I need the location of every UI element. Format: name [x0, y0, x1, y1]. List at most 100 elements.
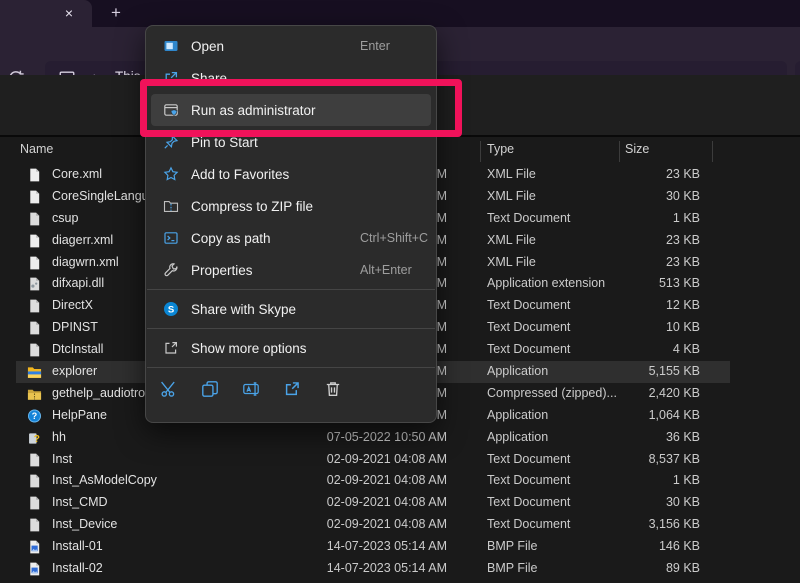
file-row[interactable]: Inst02-09-2021 04:08 AMText Document8,53… — [0, 449, 800, 471]
file-type: Application — [487, 405, 548, 427]
file-type: BMP File — [487, 558, 537, 580]
bmp-image-icon — [27, 539, 42, 555]
file-name: Inst_CMD — [52, 492, 108, 514]
file-type: Application — [487, 361, 548, 383]
menu-item-label: Copy as path — [191, 231, 271, 246]
file-name: Core.xml — [52, 164, 102, 186]
file-name: explorer — [52, 361, 97, 383]
doc-gray-icon — [27, 517, 42, 533]
copy-icon[interactable] — [201, 380, 219, 398]
file-type: Text Document — [487, 317, 570, 339]
file-row[interactable]: Inst_Device02-09-2021 04:08 AMText Docum… — [0, 514, 800, 536]
menu-item-compress-to-zip-file[interactable]: Compress to ZIP file — [151, 190, 431, 222]
file-size: 1 KB — [610, 470, 700, 492]
doc-white-icon — [27, 255, 42, 271]
menu-item-properties[interactable]: Properties Alt+Enter — [151, 254, 431, 286]
file-name: DPINST — [52, 317, 98, 339]
file-type: Text Document — [487, 470, 570, 492]
file-size: 1,064 KB — [610, 405, 700, 427]
file-date-modified: 02-09-2021 04:08 AM — [300, 492, 447, 514]
file-size: 30 KB — [610, 492, 700, 514]
file-type: Text Document — [487, 492, 570, 514]
file-row[interactable]: Install-0114-07-2023 05:14 AMBMP File146… — [0, 536, 800, 558]
run-admin-icon — [163, 102, 179, 118]
file-type: XML File — [487, 186, 536, 208]
file-name: diagerr.xml — [52, 230, 113, 252]
file-row[interactable]: ?hh07-05-2022 10:50 AMApplication36 KB — [0, 427, 800, 449]
menu-item-run-as-administrator[interactable]: Run as administrator — [151, 94, 431, 126]
menu-item-label: Share with Skype — [191, 302, 296, 317]
menu-item-copy-as-path[interactable]: Copy as path Ctrl+Shift+C — [151, 222, 431, 254]
file-size: 36 KB — [610, 427, 700, 449]
properties-icon — [163, 262, 179, 278]
share-icon — [163, 70, 179, 86]
svg-text:S: S — [168, 304, 174, 315]
quick-actions-row — [146, 371, 436, 398]
menu-item-shortcut: Ctrl+Shift+C — [360, 231, 428, 245]
menu-item-pin-to-start[interactable]: Pin to Start — [151, 126, 431, 158]
menu-item-label: Open — [191, 39, 224, 54]
file-size: 2,420 KB — [610, 383, 700, 405]
new-tab-button[interactable]: + — [106, 3, 126, 23]
menu-item-show-more-options[interactable]: Show more options — [151, 332, 431, 364]
file-name: DtcInstall — [52, 339, 103, 361]
menu-separator — [147, 328, 435, 329]
file-row[interactable]: Inst_AsModelCopy02-09-2021 04:08 AMText … — [0, 470, 800, 492]
file-type: XML File — [487, 230, 536, 252]
file-type: XML File — [487, 164, 536, 186]
file-name: HelpPane — [52, 405, 107, 427]
column-divider[interactable] — [712, 141, 713, 162]
file-row[interactable]: Install-0214-07-2023 05:14 AMBMP File89 … — [0, 558, 800, 580]
menu-item-add-to-favorites[interactable]: Add to Favorites — [151, 158, 431, 190]
menu-item-label: Share — [191, 71, 227, 86]
explorer-tab[interactable]: × — [0, 0, 92, 27]
file-type: Application — [487, 427, 548, 449]
close-tab-icon[interactable]: × — [60, 4, 78, 22]
column-header-name[interactable]: Name — [20, 142, 53, 156]
cut-icon[interactable] — [160, 380, 178, 398]
file-size: 3,156 KB — [610, 514, 700, 536]
menu-item-open[interactable]: OpenEnter — [151, 30, 431, 62]
menu-item-label: Pin to Start — [191, 135, 258, 150]
menu-item-share-with-skype[interactable]: S Share with Skype — [151, 293, 431, 325]
file-type: Application extension — [487, 273, 605, 295]
share-icon[interactable] — [283, 380, 301, 398]
file-type: Text Document — [487, 208, 570, 230]
column-header-type[interactable]: Type — [487, 142, 514, 156]
doc-gray-icon — [27, 473, 42, 489]
file-type: Compressed (zipped)... — [487, 383, 617, 405]
menu-separator — [147, 289, 435, 290]
doc-gray-icon — [27, 320, 42, 336]
menu-item-shortcut: Alt+Enter — [360, 263, 412, 277]
zip-icon — [163, 198, 179, 214]
file-size: 23 KB — [610, 164, 700, 186]
menu-item-share[interactable]: Share — [151, 62, 431, 94]
file-size: 10 KB — [610, 317, 700, 339]
tab-bar: × + — [0, 0, 800, 27]
pin-icon — [163, 134, 179, 150]
menu-item-label: Properties — [191, 263, 253, 278]
menu-item-label: Run as administrator — [191, 103, 316, 118]
column-divider[interactable] — [619, 141, 620, 162]
file-size: 23 KB — [610, 252, 700, 274]
show-more-icon — [163, 340, 179, 356]
column-header-size[interactable]: Size — [625, 142, 649, 156]
file-name: Install-01 — [52, 536, 103, 558]
bmp-image-icon — [27, 561, 42, 577]
file-size: 23 KB — [610, 230, 700, 252]
rename-icon[interactable] — [242, 380, 260, 398]
file-date-modified: 07-05-2022 10:50 AM — [300, 427, 447, 449]
file-type: BMP File — [487, 536, 537, 558]
column-divider[interactable] — [480, 141, 481, 162]
file-size: 8,537 KB — [610, 449, 700, 471]
doc-gray-icon — [27, 298, 42, 314]
file-type: Text Document — [487, 295, 570, 317]
file-size: 89 KB — [610, 558, 700, 580]
context-menu: OpenEnter Share Run as administrator Pin to… — [145, 25, 437, 423]
file-row[interactable]: Inst_CMD 02-09-2021 04:08 AM Text Document… — [0, 492, 800, 514]
help-doc-icon: ? — [27, 430, 42, 446]
file-type: XML File — [487, 252, 536, 274]
delete-icon[interactable] — [324, 380, 342, 398]
menu-item-label: Show more options — [191, 341, 307, 356]
svg-text:?: ? — [32, 411, 37, 421]
